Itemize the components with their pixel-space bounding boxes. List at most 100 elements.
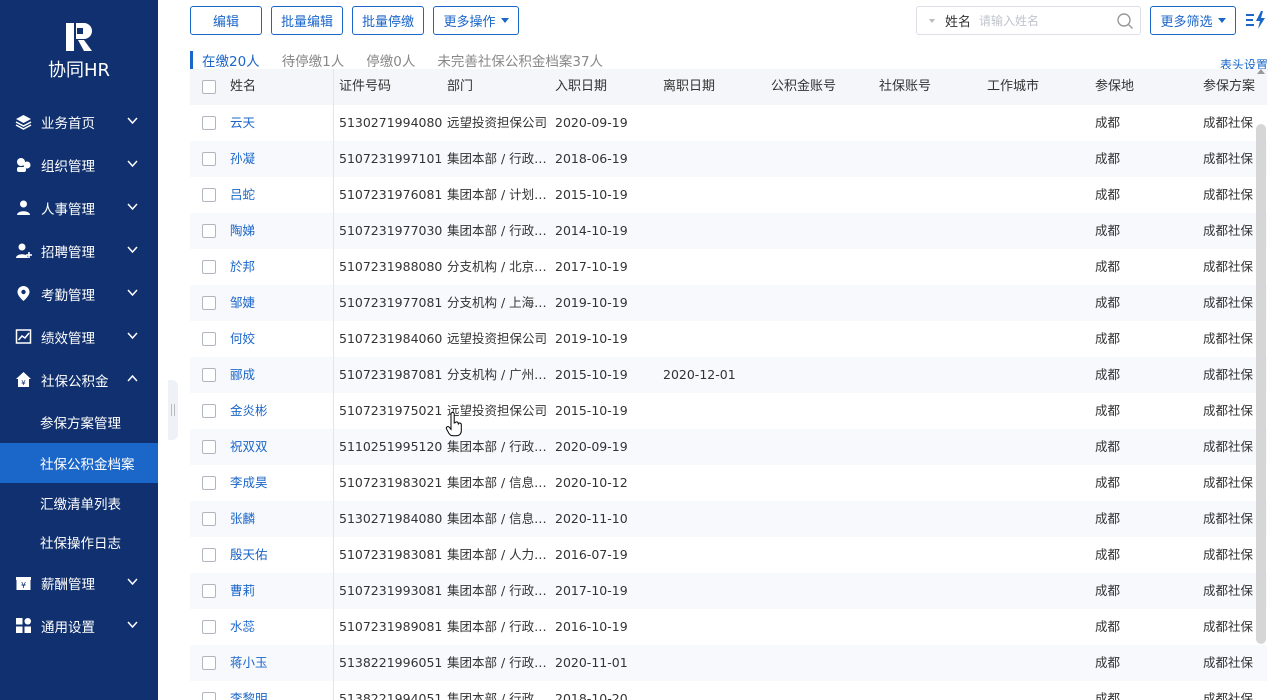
batch-edit-button[interactable]: 批量编辑 [271, 6, 343, 35]
search-icon[interactable] [1116, 12, 1134, 30]
row-checkbox[interactable] [202, 260, 216, 274]
table-row[interactable]: 金炎彬5107231975021…远望投资担保公司2015-10-19成都成都社… [190, 393, 1267, 429]
table-row[interactable]: 於邦5107231988080…分支机构 / 北京…2017-10-19成都成都… [190, 249, 1267, 285]
row-checkbox[interactable] [202, 116, 216, 130]
org-icon [17, 158, 31, 172]
employee-name-link[interactable]: 祝双双 [230, 429, 320, 465]
employee-name-link[interactable]: 蒋小玉 [230, 645, 320, 681]
status-tab-3[interactable]: 未完善社保公积金档案37人 [437, 50, 603, 70]
employee-name-link[interactable]: 於邦 [230, 249, 320, 285]
table-cell-join: 2020-11-10 [555, 511, 628, 526]
employee-name-link[interactable]: 吕蛇 [230, 177, 320, 213]
frozen-column-divider [333, 69, 334, 700]
flash-filter-icon[interactable] [1244, 9, 1268, 31]
vertical-scrollbar[interactable] [1255, 69, 1267, 700]
row-checkbox[interactable] [202, 656, 216, 670]
row-checkbox[interactable] [202, 224, 216, 238]
column-header[interactable]: 参保地 [1095, 69, 1199, 105]
row-checkbox[interactable] [202, 692, 216, 700]
row-checkbox[interactable] [202, 152, 216, 166]
employee-name-link[interactable]: 金炎彬 [230, 393, 320, 429]
field-select-caret-icon[interactable] [929, 18, 935, 23]
column-header[interactable]: 入职日期 [555, 69, 659, 105]
sidebar-item-3[interactable]: 招聘管理 [0, 229, 158, 272]
row-checkbox[interactable] [202, 584, 216, 598]
row-checkbox[interactable] [202, 368, 216, 382]
search-input[interactable] [979, 13, 1115, 28]
table-row[interactable]: 云天5130271994080…远望投资担保公司2020-09-19成都成都社保 [190, 105, 1267, 141]
table-row[interactable]: 殷天佑5107231983081…集团本部 / 人力…2016-07-19成都成… [190, 537, 1267, 573]
scroll-up-icon[interactable] [1257, 69, 1265, 74]
sidebar-item-0[interactable]: 业务首页 [0, 100, 158, 143]
sidebar-item-6[interactable]: ¥ 社保公积金 [0, 358, 158, 401]
sidebar-subitem-1[interactable]: 社保公积金档案 [0, 443, 158, 483]
table-row[interactable]: 曹莉5107231993081…集团本部 / 行政…2017-10-19成都成都… [190, 573, 1267, 609]
column-header[interactable]: 证件号码 [339, 69, 443, 105]
column-header[interactable]: 公积金账号 [771, 69, 875, 105]
employee-name-link[interactable]: 郦成 [230, 357, 320, 393]
column-header[interactable]: 工作城市 [987, 69, 1091, 105]
employee-name-link[interactable]: 李成昊 [230, 465, 320, 501]
status-tab-1[interactable]: 待停缴1人 [282, 50, 345, 70]
sidebar-subitem-0[interactable]: 参保方案管理 [0, 402, 158, 442]
row-checkbox[interactable] [202, 476, 216, 490]
table-row[interactable]: 郦成 5107231987081… 分支机构 / 广州… 2015-10-19 2020… [190, 357, 1267, 393]
table-row[interactable]: 张麟5130271984080…集团本部 / 信息…2020-11-10成都成都… [190, 501, 1267, 537]
employee-name-link[interactable]: 陶娣 [230, 213, 320, 249]
employee-name-link[interactable]: 邹婕 [230, 285, 320, 321]
column-header[interactable]: 姓名 [230, 69, 320, 105]
status-tab-0[interactable]: 在缴20人 [202, 50, 260, 70]
sidebar-collapse-handle[interactable] [168, 380, 178, 440]
table-cell-city [987, 177, 1091, 213]
table-row[interactable]: 何姣5107231984060…远望投资担保公司2019-10-19成都成都社保 [190, 321, 1267, 357]
table-row[interactable]: 李黎明5138221994051…集团本部 / 行政…2018-10-20成都成… [190, 681, 1267, 700]
search-box[interactable]: 姓名 [916, 6, 1141, 35]
edit-button[interactable]: 编辑 [190, 6, 262, 35]
row-checkbox[interactable] [202, 404, 216, 418]
more-filter-button[interactable]: 更多筛选 [1150, 6, 1236, 35]
sidebar-item-4[interactable]: 考勤管理 [0, 272, 158, 315]
row-checkbox[interactable] [202, 620, 216, 634]
select-all-checkbox[interactable] [202, 80, 216, 94]
sidebar-subitem-2[interactable]: 汇缴清单列表 [0, 483, 158, 523]
table-row[interactable]: 邹婕5107231977081…分支机构 / 上海…2019-10-19成都成都… [190, 285, 1267, 321]
batch-stop-button[interactable]: 批量停缴 [352, 6, 424, 35]
sidebar-subitem-3[interactable]: 社保操作日志 [0, 522, 158, 562]
employee-name-link[interactable]: 水蕊 [230, 609, 320, 645]
table-row[interactable]: 水蕊5107231989081…集团本部 / 行政…2016-10-19成都成都… [190, 609, 1267, 645]
employee-name-link[interactable]: 曹莉 [230, 573, 320, 609]
table-row[interactable]: 李成昊5107231983021…集团本部 / 信息…2020-10-12成都成… [190, 465, 1267, 501]
column-header[interactable]: 部门 [447, 69, 551, 105]
search-field-select[interactable]: 姓名 [945, 11, 971, 30]
employee-name-link[interactable]: 孙凝 [230, 141, 320, 177]
sidebar-item-8[interactable]: 通用设置 [0, 604, 158, 647]
table-row[interactable]: 陶娣5107231977030…集团本部 / 行政…2014-10-19成都成都… [190, 213, 1267, 249]
caret-down-icon [1217, 18, 1226, 23]
sidebar-item-2[interactable]: 人事管理 [0, 186, 158, 229]
status-tabs: 在缴20人 待停缴1人 停缴0人 未完善社保公积金档案37人 [190, 50, 625, 70]
column-header[interactable]: 离职日期 [663, 69, 767, 105]
column-header[interactable]: 社保账号 [879, 69, 983, 105]
employee-name-link[interactable]: 何姣 [230, 321, 320, 357]
row-checkbox[interactable] [202, 440, 216, 454]
more-ops-button[interactable]: 更多操作 [433, 6, 519, 35]
row-checkbox[interactable] [202, 548, 216, 562]
status-tab-2[interactable]: 停缴0人 [366, 50, 415, 70]
sidebar-item-7[interactable]: ¥ 薪酬管理 [0, 561, 158, 604]
employee-name-link[interactable]: 李黎明 [230, 681, 320, 700]
row-checkbox[interactable] [202, 296, 216, 310]
scrollbar-thumb[interactable] [1256, 124, 1266, 644]
table-row[interactable]: 蒋小玉5138221996051…集团本部 / 行政…2020-11-01成都成… [190, 645, 1267, 681]
table-row[interactable]: 吕蛇5107231976081…集团本部 / 计划…2015-10-19成都成都… [190, 177, 1267, 213]
employee-name-link[interactable]: 云天 [230, 105, 320, 141]
row-checkbox[interactable] [202, 512, 216, 526]
employee-name-link[interactable]: 张麟 [230, 501, 320, 537]
employee-name-link[interactable]: 殷天佑 [230, 537, 320, 573]
row-checkbox[interactable] [202, 332, 216, 346]
table-cell-join: 2020-11-01 [555, 655, 628, 670]
table-row[interactable]: 孙凝5107231997101…集团本部 / 行政…2018-06-19成都成都… [190, 141, 1267, 177]
table-row[interactable]: 祝双双5110251995120…集团本部 / 行政…2020-09-19成都成… [190, 429, 1267, 465]
row-checkbox[interactable] [202, 188, 216, 202]
sidebar-item-5[interactable]: 绩效管理 [0, 315, 158, 358]
sidebar-item-1[interactable]: 组织管理 [0, 143, 158, 186]
